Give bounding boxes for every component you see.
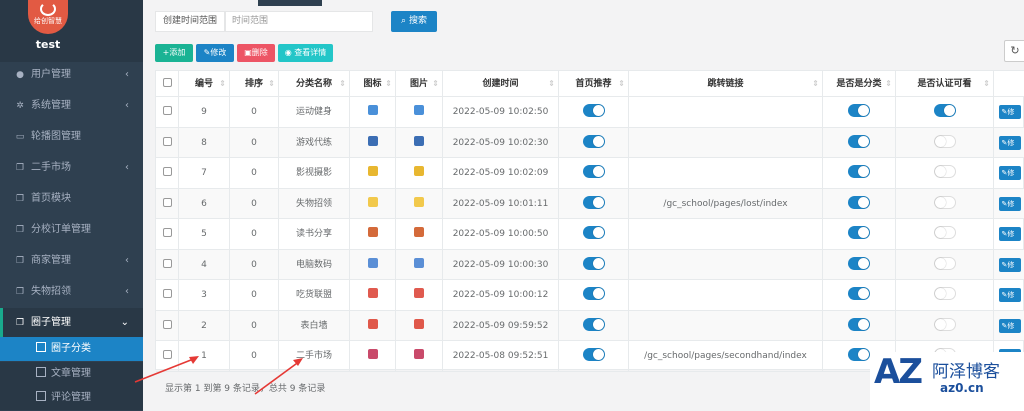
annotation-arrow-name bbox=[254, 360, 301, 395]
annotation-arrows bbox=[134, 356, 303, 395]
annotation-arrow-id bbox=[134, 357, 197, 383]
